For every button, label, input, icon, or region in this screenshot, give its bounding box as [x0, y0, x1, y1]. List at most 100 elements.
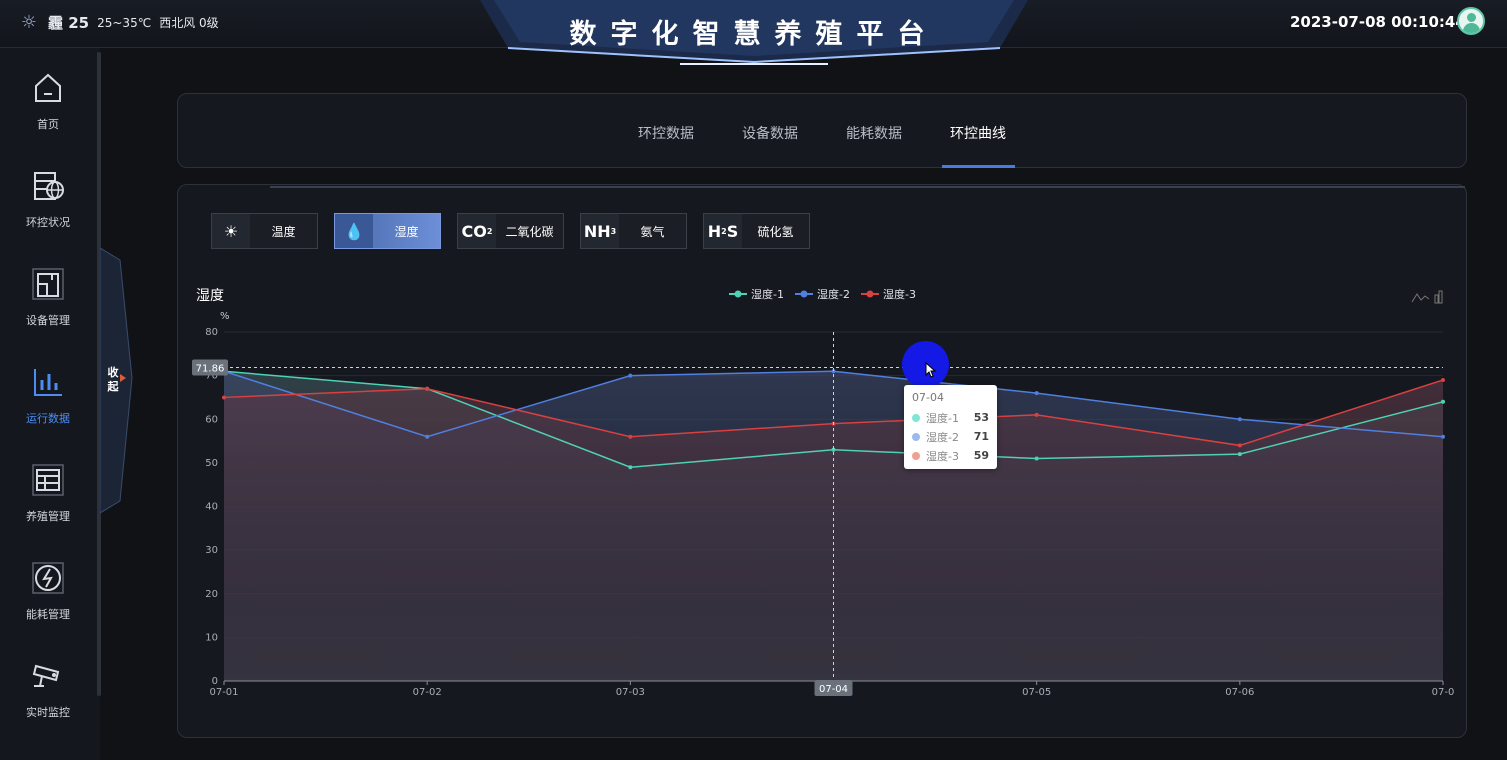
crosshair-y-label: 71.86 — [196, 364, 225, 375]
metric-h2s-button[interactable]: H2S 硫化氢 — [703, 213, 810, 249]
metric-label: 温度 — [271, 224, 296, 239]
sidebar-item-running-data[interactable]: 运行数据 — [0, 344, 96, 440]
energy-icon — [32, 562, 64, 594]
chart-icon — [34, 369, 62, 396]
wind-info: 西北风 0级 — [159, 16, 219, 30]
bar-chart-toggle-bar — [1438, 290, 1443, 304]
metric-humidity-button[interactable]: 💧 湿度 — [334, 213, 441, 249]
tab-energy-data[interactable]: 能耗数据 — [846, 123, 902, 143]
y-tick-label: 10 — [205, 632, 218, 643]
sidebar-item-device[interactable]: 设备管理 — [0, 246, 96, 342]
sidebar-item-energy[interactable]: 能耗管理 — [0, 540, 96, 636]
camera-icon — [32, 664, 60, 687]
sidebar-item-home[interactable]: 首页 — [0, 50, 96, 146]
page-title: 数字化智慧养殖平台 — [569, 19, 939, 50]
data-point — [1034, 412, 1039, 417]
tooltip-series-name: 湿度-2 — [926, 430, 959, 444]
metric-ammonia-button[interactable]: NH 3 氨气 — [580, 213, 687, 249]
data-point — [1237, 452, 1242, 457]
tab-device-data[interactable]: 设备数据 — [742, 123, 798, 143]
chart-toolbox[interactable] — [1411, 290, 1443, 304]
x-tick-label: 07-0 — [1432, 687, 1455, 698]
y-tick-label: 20 — [205, 589, 218, 600]
tooltip-row: 湿度-2 71 — [912, 427, 989, 446]
weather-range: 25~35℃ — [97, 15, 152, 30]
tabs-panel: 环控数据 设备数据 能耗数据 环控曲线 — [177, 93, 1467, 168]
legend-label: 湿度-2 — [817, 287, 850, 301]
tooltip-series-value: 71 — [973, 430, 989, 443]
legend-marker — [734, 290, 742, 298]
data-point — [1237, 417, 1242, 422]
table-icon — [32, 464, 64, 496]
sidebar-item-label: 能耗管理 — [26, 608, 70, 621]
tooltip-row: 湿度-1 53 — [912, 408, 989, 427]
tooltip-title: 07-04 — [912, 391, 944, 404]
x-tick-label: 07-03 — [616, 687, 645, 698]
data-point — [1034, 391, 1039, 396]
x-tick-label: 07-05 — [1022, 687, 1051, 698]
sidebar-item-label: 养殖管理 — [26, 510, 70, 523]
sidebar-item-environment[interactable]: 环控状况 — [0, 148, 96, 244]
metric-label: 二氧化碳 — [505, 224, 554, 239]
sidebar-item-label: 首页 — [37, 118, 59, 131]
mouse-pointer-icon — [925, 362, 937, 378]
legend-label: 湿度-1 — [751, 287, 784, 301]
tab-environment-curve[interactable]: 环控曲线 — [950, 123, 1006, 143]
avatar[interactable] — [1457, 7, 1485, 35]
data-point — [1441, 434, 1445, 439]
device-icon — [32, 268, 64, 300]
sidebar-item-label: 运行数据 — [26, 412, 70, 425]
tooltip-series-value: 59 — [973, 449, 989, 462]
bar-chart-toggle-icon[interactable] — [1434, 294, 1439, 304]
sun-cloud-icon: ☼ — [20, 12, 38, 33]
data-point — [628, 434, 633, 439]
collapse-label[interactable]: 收起 — [106, 366, 120, 394]
x-tick-label: 07-02 — [413, 687, 442, 698]
metric-co2-button[interactable]: CO 2 二氧化碳 — [457, 213, 564, 249]
data-point — [628, 465, 633, 470]
humidity-chart: 湿度 % 01020304050607080 07-01 07-02 07-03 07… — [192, 287, 1455, 698]
sidebar-item-breeding[interactable]: 养殖管理 — [0, 442, 96, 538]
sidebar-item-monitor[interactable]: 实时监控 — [0, 638, 96, 734]
y-tick-label: 60 — [205, 414, 218, 425]
nh3-icon: NH 3 — [581, 214, 619, 248]
metric-temperature-button[interactable]: ☀ 温度 — [211, 213, 318, 249]
series-dot — [912, 451, 920, 460]
series-dot — [912, 432, 920, 441]
sun-icon: ☀ — [212, 214, 250, 248]
y-tick-label: 30 — [205, 545, 218, 556]
y-axis-unit: % — [220, 311, 230, 322]
sidebar-item-label: 实时监控 — [26, 706, 70, 719]
datetime: 2023-07-08 00:10:44 — [1290, 13, 1466, 31]
x-tick-label: 07-06 — [1225, 687, 1254, 698]
top-bar: ☼ 霾 25 25~35℃ 西北风 0级 数字化智慧养殖平台 2023-07-0… — [0, 0, 1507, 65]
co2-symbol: CO — [461, 221, 487, 241]
y-tick-label: 0 — [212, 676, 218, 687]
tab-environment-data[interactable]: 环控数据 — [638, 123, 694, 143]
co2-icon: CO 2 — [458, 214, 496, 248]
avatar-head — [1467, 13, 1476, 22]
crosshair-x-label: 07-04 — [819, 684, 848, 695]
data-point — [628, 373, 633, 378]
tooltip-series-name: 湿度-1 — [926, 411, 959, 425]
metric-label: 氨气 — [640, 224, 665, 239]
weather-info: ☼ 霾 25 25~35℃ 西北风 0级 — [18, 12, 219, 33]
panel-decoration — [270, 186, 1465, 188]
water-drop-icon: 💧 — [335, 214, 373, 248]
data-point — [425, 386, 430, 391]
metric-label: 湿度 — [394, 224, 419, 239]
avatar-body — [1463, 23, 1480, 33]
h2s-icon: H2S — [704, 214, 742, 248]
data-point — [1441, 377, 1445, 382]
nh3-subscript: 3 — [610, 226, 617, 236]
data-point — [1441, 399, 1445, 404]
active-tab-indicator — [942, 165, 1015, 168]
sidebar-item-label: 设备管理 — [26, 314, 70, 327]
y-tick-label: 50 — [205, 458, 218, 469]
line-chart-toggle-icon[interactable] — [1411, 293, 1430, 303]
data-point — [1237, 443, 1242, 448]
data-point — [222, 395, 226, 400]
chart-tooltip: 07-04 湿度-1 53 湿度-2 71 湿度-3 59 — [904, 385, 997, 469]
legend-label: 湿度-3 — [883, 287, 916, 301]
h2s-suffix: S — [726, 221, 739, 241]
